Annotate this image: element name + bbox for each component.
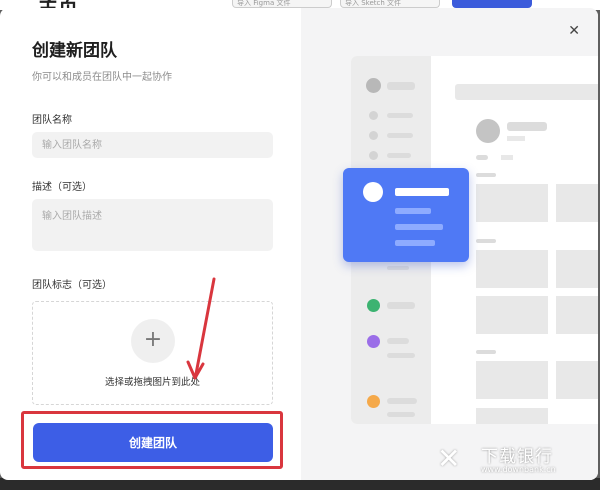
preview-line (387, 412, 415, 417)
preview-section-label (476, 350, 496, 354)
preview-topbar (455, 84, 598, 100)
watermark: ✕ 下载银行 www.downbank.cn (437, 438, 597, 484)
create-team-button[interactable]: 创建团队 (33, 423, 273, 462)
logo-upload-dropzone[interactable]: + 选择或拖拽图片到此处 (32, 301, 273, 405)
preview-dot (369, 111, 378, 120)
preview-avatar-icon (366, 78, 381, 93)
preview-file-thumb (476, 296, 548, 334)
preview-green-avatar-icon (367, 299, 380, 312)
form-panel: 创建新团队 你可以和成员在团队中一起协作 团队名称 描述（可选） 团队标志（可选… (0, 8, 301, 480)
preview-tab (476, 155, 488, 160)
preview-section-label (476, 173, 496, 177)
preview-panel: ✕ (301, 8, 598, 480)
preview-file-thumb (556, 296, 598, 334)
preview-section-label (476, 239, 496, 243)
preview-file-thumb (476, 184, 548, 222)
preview-file-thumb (556, 361, 598, 399)
team-name-input[interactable] (32, 132, 273, 158)
preview-file-thumb (476, 250, 548, 288)
preview-team-avatar-icon (476, 119, 500, 143)
preview-line (507, 122, 547, 131)
preview-file-thumb (476, 361, 548, 399)
preview-card-avatar-icon (363, 182, 383, 202)
preview-card-line (395, 240, 435, 246)
preview-line (387, 398, 417, 404)
preview-line (387, 353, 415, 358)
preview-card-line (395, 224, 443, 230)
team-description-label: 描述（可选） (32, 182, 92, 193)
preview-dot (369, 131, 378, 140)
preview-purple-avatar-icon (367, 335, 380, 348)
preview-card-line (395, 208, 431, 214)
import-figma-button: 导入 Figma 文件 (232, 0, 332, 8)
preview-line (507, 136, 525, 141)
team-name-label: 团队名称 (32, 115, 72, 126)
preview-orange-avatar-icon (367, 395, 380, 408)
close-icon[interactable]: ✕ (568, 23, 580, 39)
preview-file-thumb (476, 408, 548, 424)
preview-card-title-line (395, 188, 449, 196)
preview-line (387, 82, 415, 90)
create-team-modal: 创建新团队 你可以和成员在团队中一起协作 团队名称 描述（可选） 团队标志（可选… (0, 8, 598, 480)
import-sketch-button: 导入 Sketch 文件 (340, 0, 440, 8)
modal-title: 创建新团队 (32, 41, 117, 61)
preview-line (387, 153, 411, 158)
preview-tab (501, 155, 513, 160)
watermark-brand: 下载银行 (481, 447, 553, 467)
preview-line (387, 302, 415, 309)
preview-line (387, 113, 413, 118)
preview-dot (369, 151, 378, 160)
team-logo-label: 团队标志（可选） (32, 280, 112, 291)
preview-line (387, 266, 409, 270)
preview-file-thumb (556, 250, 598, 288)
preview-line (387, 133, 413, 138)
add-image-plus-icon[interactable]: + (131, 319, 175, 363)
watermark-logo-icon: ✕ (437, 442, 461, 475)
preview-line (387, 338, 409, 344)
upload-hint-text: 选择或拖拽图片到此处 (104, 377, 200, 388)
preview-team-card (343, 168, 469, 262)
modal-subtitle: 你可以和成员在团队中一起协作 (32, 72, 172, 83)
background-new-button: 新建 (452, 0, 532, 8)
team-description-input[interactable] (32, 199, 273, 251)
watermark-site: www.downbank.cn (481, 465, 556, 474)
preview-file-thumb (556, 184, 598, 222)
